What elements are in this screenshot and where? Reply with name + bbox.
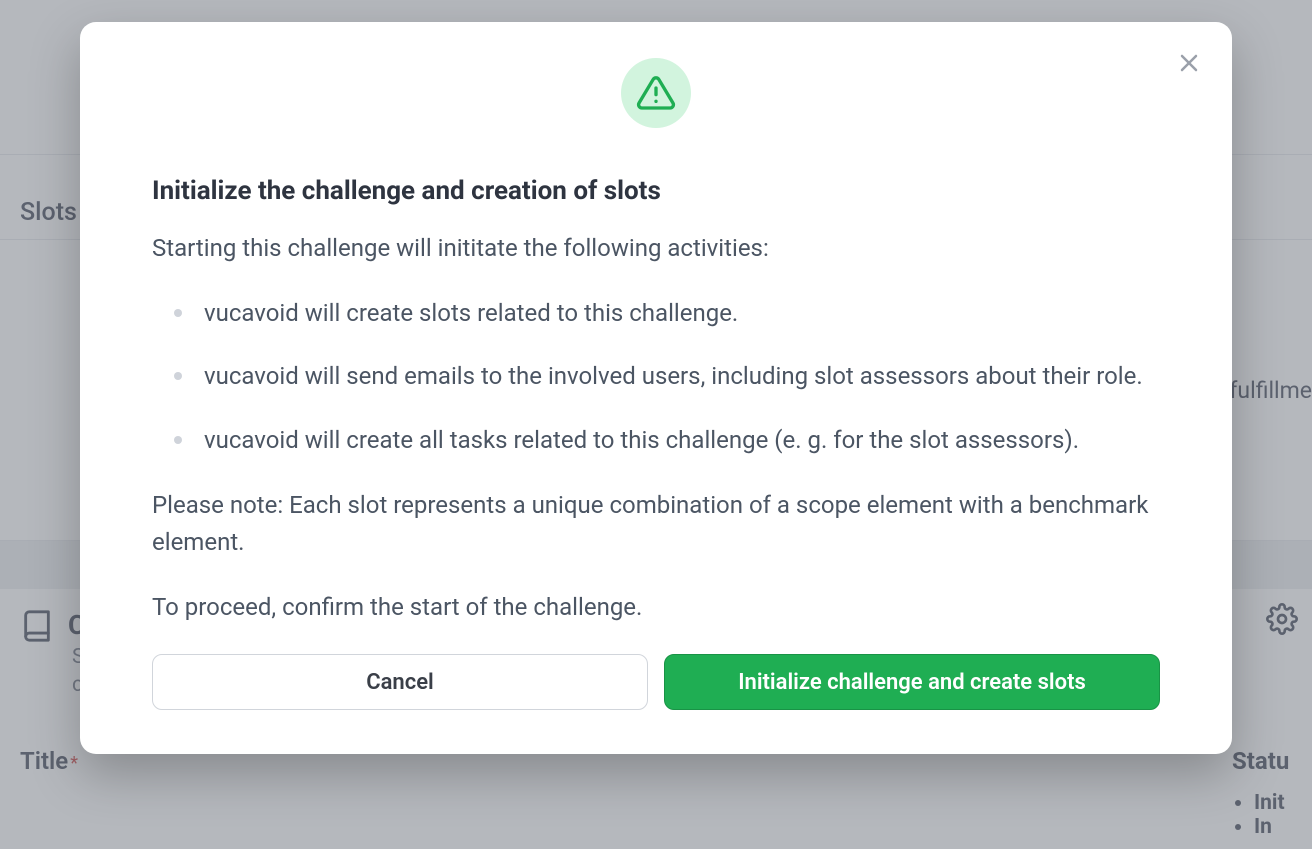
modal-button-row: Cancel Initialize challenge and create s… <box>80 654 1232 710</box>
modal-bullet-item: vucavoid will create slots related to th… <box>174 295 1160 332</box>
modal-bullet-item: vucavoid will create all tasks related t… <box>174 422 1160 459</box>
modal-bullet-list: vucavoid will create slots related to th… <box>152 295 1160 459</box>
cancel-button[interactable]: Cancel <box>152 654 648 710</box>
close-button[interactable] <box>1174 48 1204 78</box>
warning-triangle-icon <box>621 58 691 128</box>
modal-note: Please note: Each slot represents a uniq… <box>152 487 1160 561</box>
modal-heading: Initialize the challenge and creation of… <box>72 176 1160 206</box>
modal-confirm-text: To proceed, confirm the start of the cha… <box>152 589 1160 626</box>
initialize-button[interactable]: Initialize challenge and create slots <box>664 654 1160 710</box>
modal-bullet-item: vucavoid will send emails to the involve… <box>174 358 1160 395</box>
modal-intro: Starting this challenge will inititate t… <box>152 230 1160 267</box>
initialize-challenge-modal: Initialize the challenge and creation of… <box>80 22 1232 754</box>
